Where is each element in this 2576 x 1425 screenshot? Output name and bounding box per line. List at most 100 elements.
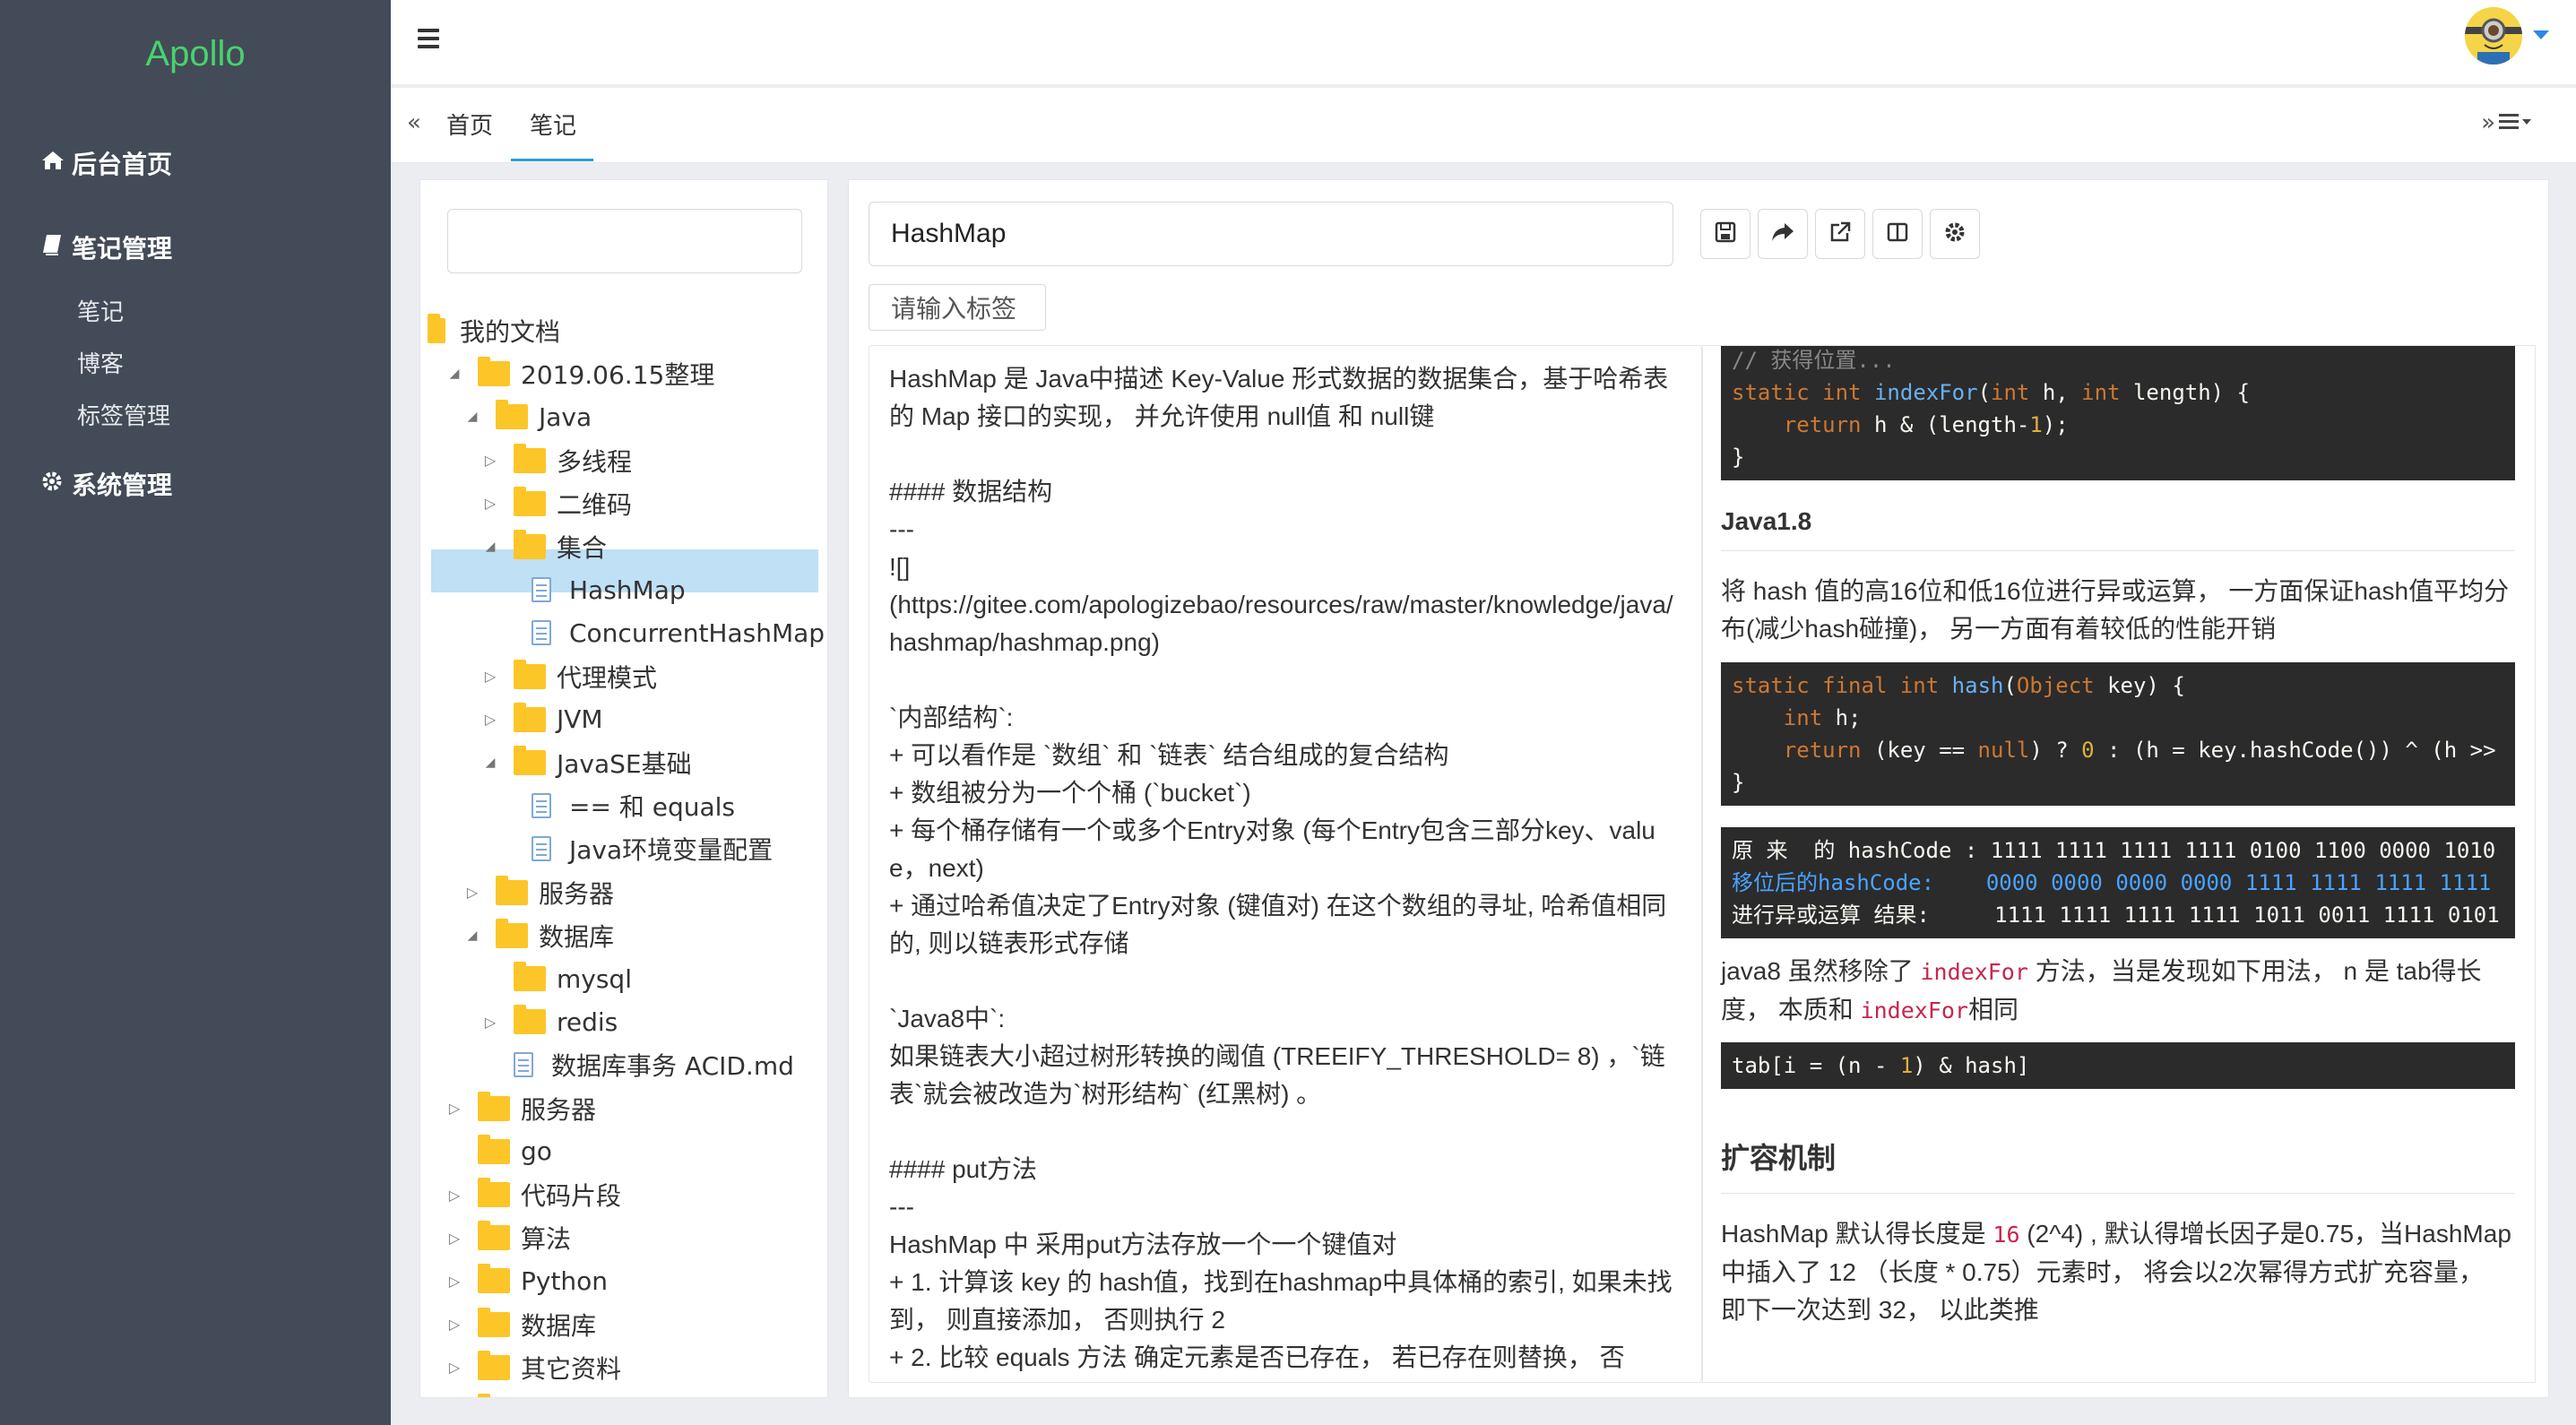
tree-folder-item[interactable]: ◢ 集合: [481, 527, 607, 566]
tree-file-item[interactable]: HashMap: [499, 570, 686, 609]
expand-arrow-icon[interactable]: ▷: [481, 668, 499, 685]
tree-folder-item[interactable]: ▷ 服务器: [445, 1089, 596, 1128]
tree-item-label: 算法: [521, 1224, 572, 1255]
save-button[interactable]: [1700, 209, 1750, 259]
sidebar-subitem-tags[interactable]: 标签管理: [77, 398, 170, 431]
settings-button[interactable]: [1930, 209, 1980, 259]
folder-icon: [478, 1091, 510, 1121]
folder-icon: [514, 1005, 546, 1035]
chevron-down-icon[interactable]: [2533, 30, 2549, 39]
collapse-arrow-icon[interactable]: ◢: [445, 367, 463, 381]
tab-home[interactable]: 首页: [446, 108, 493, 141]
tree-file-item[interactable]: 数据库事务 ACID.md: [481, 1045, 794, 1084]
tree-folder-item[interactable]: ▷ 服务器: [463, 873, 614, 912]
tree-folder-item[interactable]: ▷ 代码片段: [445, 1175, 621, 1214]
expand-arrow-icon[interactable]: ▷: [445, 1273, 463, 1290]
external-link-icon: [1828, 220, 1852, 247]
share-button[interactable]: [1758, 209, 1808, 259]
tree-folder-item[interactable]: 我的文档: [428, 311, 560, 350]
expand-arrow-icon[interactable]: ▷: [445, 1316, 463, 1333]
expand-arrow-icon[interactable]: ▷: [445, 1230, 463, 1247]
avatar[interactable]: [2465, 7, 2522, 65]
tabs-prev-icon[interactable]: «: [407, 109, 421, 136]
document-tree-panel: 我的文档 ◢ 2019.06.15整理 ◢ Java ▷ 多线程 ▷ 二维码 ◢ 集合 HashMap…: [419, 179, 828, 1398]
tree-item-label: go: [521, 1136, 552, 1167]
menu-toggle-icon[interactable]: [418, 29, 439, 48]
tree-folder-item[interactable]: ▷ 二维码: [481, 484, 632, 523]
save-icon: [1714, 220, 1737, 247]
tree-file-item[interactable]: == 和 equals: [499, 786, 735, 825]
markdown-line: + 数组被分为一个个桶 (`bucket`): [889, 779, 1251, 807]
tree-item-label: Java: [521, 1396, 574, 1398]
tree-folder-item[interactable]: ▷ 数据库: [445, 1305, 596, 1344]
expand-arrow-icon[interactable]: ▷: [481, 452, 499, 469]
markdown-editor[interactable]: HashMap 是 Java中描述 Key-Value 形式数据的数据集合，基于…: [869, 345, 1702, 1383]
collapse-arrow-icon[interactable]: ◢: [463, 410, 481, 424]
sidebar-item-dashboard[interactable]: 后台首页: [41, 145, 172, 181]
tree-item-label: HashMap: [569, 574, 686, 605]
expand-arrow-icon[interactable]: ▷: [481, 711, 499, 728]
tree-item-label: 数据库: [521, 1310, 597, 1341]
tree-file-item[interactable]: ConcurrentHashMap: [499, 613, 825, 652]
sidebar-item-label: 系统管理: [72, 471, 173, 500]
expand-arrow-icon[interactable]: ▷: [445, 1100, 463, 1117]
folder-icon: [428, 314, 445, 343]
tabs-next-icon[interactable]: »: [2481, 109, 2495, 136]
tree-folder-item[interactable]: go: [445, 1132, 552, 1171]
sidebar-item-notes-management[interactable]: 笔记管理: [41, 229, 172, 265]
tree-folder-item[interactable]: ▷ redis: [481, 1002, 618, 1041]
sidebar-subitem-blog[interactable]: 博客: [77, 346, 124, 379]
tree-search-input[interactable]: [447, 209, 802, 273]
tree-folder-item[interactable]: ▷ 代理模式: [481, 657, 657, 696]
tree-folder-item[interactable]: ▷ 其它资料: [445, 1348, 621, 1387]
markdown-line: + 每个桶存储有一个或多个Entry对象 (每个Entry包含三部分key、va…: [889, 816, 1655, 882]
tree-file-item[interactable]: Java环境变量配置: [499, 829, 773, 868]
toggle-preview-button[interactable]: [1872, 209, 1923, 259]
tree-folder-item[interactable]: ▷ 算法: [445, 1218, 571, 1257]
tree-folder-item[interactable]: ▷ JVM: [481, 700, 603, 739]
expand-arrow-icon[interactable]: ▷: [481, 1014, 499, 1031]
sidebar-subitem-notes[interactable]: 笔记: [77, 294, 124, 327]
tree-item-label: 其它资料: [521, 1353, 622, 1384]
folder-icon: [514, 530, 546, 559]
markdown-line: ---: [889, 515, 914, 543]
collapse-arrow-icon[interactable]: ◢: [481, 756, 499, 770]
tree-folder-item[interactable]: ◢ Java: [463, 397, 592, 436]
expand-arrow-icon[interactable]: ▷: [445, 1187, 463, 1204]
tree-folder-item[interactable]: ◢ 2019.06.15整理: [445, 354, 714, 393]
markdown-line: 如果链表大小超过树形转换的阈值 (TREEIFY_THRESHOLD= 8) ，…: [889, 1042, 1665, 1108]
tabs-menu-icon[interactable]: [2499, 109, 2535, 139]
markdown-line: [889, 436, 1681, 473]
open-external-button[interactable]: [1815, 209, 1865, 259]
share-icon: [1770, 221, 1795, 246]
tree-folder-item[interactable]: ▷ Python: [445, 1261, 608, 1300]
tree-folder-item[interactable]: ▷Java: [445, 1391, 574, 1398]
tree-folder-item[interactable]: ◢ JavaSE基础: [481, 743, 692, 782]
tree-folder-item[interactable]: ▷ 多线程: [481, 441, 632, 480]
sidebar-item-label: 笔记管理: [72, 234, 173, 263]
tree-folder-item[interactable]: ◢ 数据库: [463, 916, 614, 955]
tab-notes[interactable]: 笔记: [530, 108, 576, 141]
tree-item-label: 我的文档: [460, 317, 561, 347]
expand-arrow-icon[interactable]: ▷: [445, 1359, 463, 1376]
expand-arrow-icon[interactable]: ▷: [463, 884, 481, 901]
collapse-arrow-icon[interactable]: ◢: [463, 928, 481, 943]
tree-folder-item[interactable]: mysql: [481, 959, 632, 998]
book-icon: [41, 233, 72, 263]
folder-icon: [496, 918, 528, 948]
markdown-line: + 2. 比较 equals 方法 确定元素是否已存在， 若已存在则替换， 否: [889, 1343, 1625, 1371]
markdown-line: ---: [889, 1193, 914, 1221]
expand-arrow-icon[interactable]: ▷: [481, 495, 499, 512]
tree-item-label: mysql: [557, 963, 632, 994]
folder-icon: [478, 1264, 510, 1294]
top-header: [391, 0, 2576, 84]
sidebar-item-label: 后台首页: [72, 150, 173, 179]
sidebar-item-system-management[interactable]: 系统管理: [41, 466, 172, 502]
note-title-input[interactable]: HashMap: [869, 202, 1673, 266]
sidebar: Apollo 后台首页 笔记管理 笔记 博客 标签管理 系统管理: [0, 0, 391, 1425]
tree-item-label: 2019.06.15整理: [521, 360, 715, 391]
tag-input[interactable]: 请输入标签: [869, 284, 1046, 331]
collapse-arrow-icon[interactable]: ◢: [481, 540, 499, 554]
tree-item-label: Java环境变量配置: [569, 835, 774, 866]
app-logo[interactable]: Apollo: [0, 34, 391, 74]
